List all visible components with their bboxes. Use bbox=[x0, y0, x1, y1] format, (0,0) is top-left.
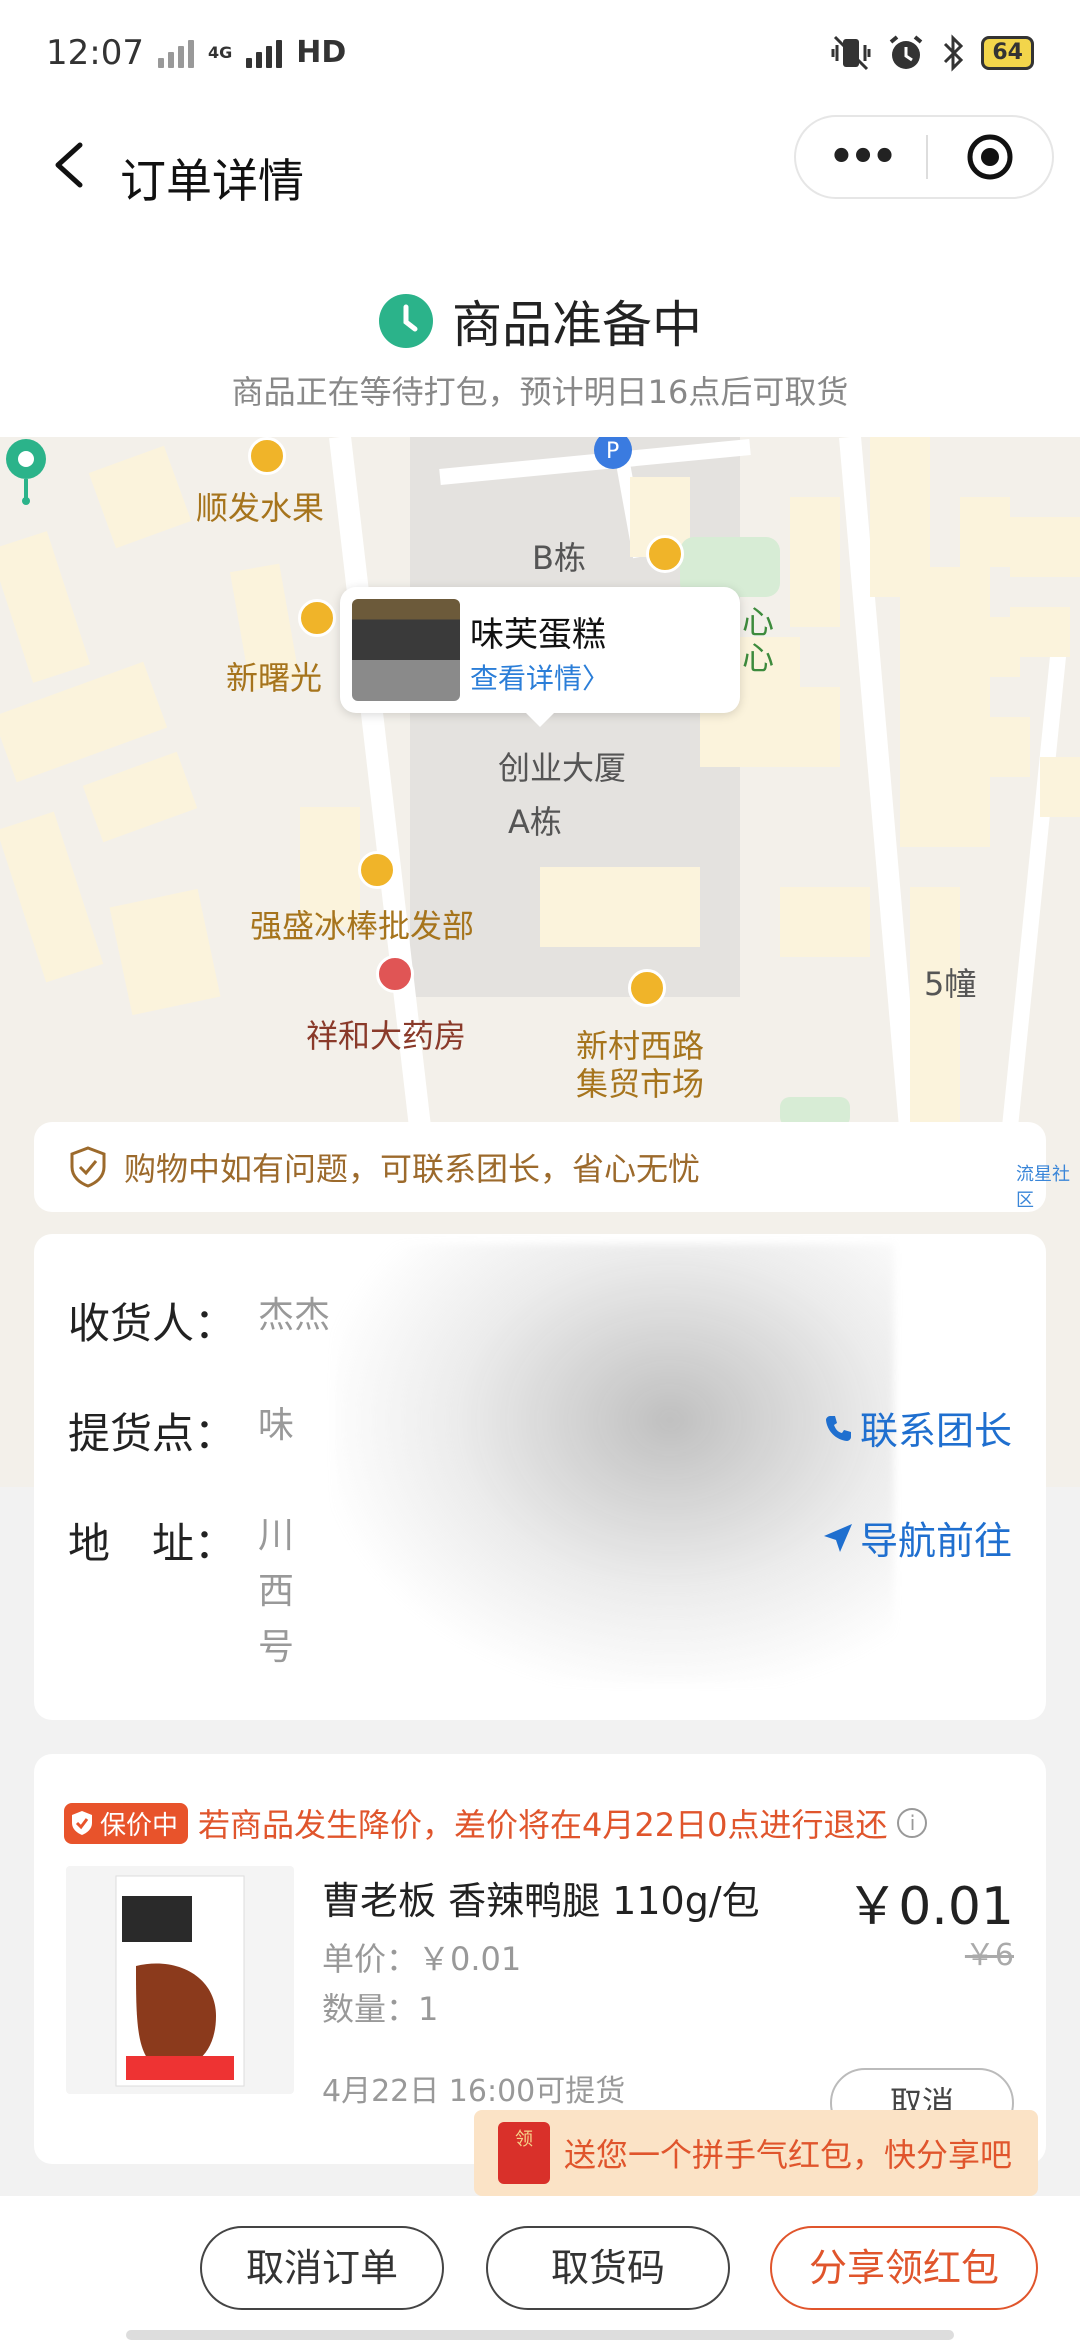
miniprogram-capsule: ••• bbox=[794, 115, 1054, 199]
page-title: 订单详情 bbox=[120, 154, 304, 208]
contact-leader-label: 联系团长 bbox=[859, 1409, 1012, 1453]
shield-icon bbox=[70, 1146, 106, 1188]
map-label-shunfa: 顺发水果 bbox=[196, 489, 325, 527]
map-label-xianghe: 祥和大药房 bbox=[306, 1017, 467, 1055]
clock-time: 12:07 bbox=[46, 32, 144, 73]
share-red-packet-button[interactable]: 分享领红包 bbox=[770, 2226, 1038, 2310]
back-arrow-icon[interactable] bbox=[40, 135, 100, 195]
privacy-redaction bbox=[334, 1244, 894, 1684]
shield-check-icon bbox=[72, 1811, 92, 1835]
store-thumbnail bbox=[352, 599, 460, 701]
info-icon[interactable]: i bbox=[897, 1808, 928, 1838]
parking-icon[interactable]: P bbox=[592, 437, 634, 471]
map-label-market-2: 集贸市场 bbox=[576, 1065, 705, 1103]
map-label-building-5: 5幢 bbox=[924, 965, 977, 1003]
address-line-3: 号 bbox=[258, 1627, 295, 1668]
price-protection-badge-label: 保价中 bbox=[100, 1810, 179, 1841]
navigate-button[interactable]: 导航前往 bbox=[822, 1510, 1012, 1565]
cancel-order-button[interactable]: 取消订单 bbox=[200, 2226, 444, 2310]
network-type: 4G bbox=[207, 42, 233, 62]
unit-price: 单价：￥0.01 bbox=[322, 1940, 522, 1978]
notice-text: 购物中如有问题，可联系团长，省心无忧 bbox=[124, 1150, 701, 1188]
pickup-point-value: 味 bbox=[258, 1405, 295, 1446]
poi-marker[interactable] bbox=[628, 969, 666, 1007]
battery-icon: 64 bbox=[981, 35, 1034, 70]
poi-marker[interactable] bbox=[248, 437, 286, 475]
navigate-label: 导航前往 bbox=[859, 1519, 1012, 1563]
navigation-arrow-icon bbox=[823, 1523, 852, 1552]
phone-icon bbox=[825, 1415, 851, 1441]
price-protection-text: 若商品发生降价，差价将在4月22日0点进行退还 bbox=[198, 1806, 888, 1844]
more-button[interactable]: ••• bbox=[796, 115, 926, 199]
nav-bar: 订单详情 ••• bbox=[0, 105, 1080, 245]
pickup-point-label: 提货点： bbox=[68, 1409, 237, 1458]
red-packet-tooltip-text: 送您一个拼手气红包，快分享吧 bbox=[564, 2136, 1013, 2174]
clock-icon bbox=[379, 294, 433, 348]
status-subtitle: 商品正在等待打包，预计明日16点后可取货 bbox=[231, 373, 849, 411]
status-bar-right: 64 bbox=[831, 33, 1034, 72]
map-label-b-building: B栋 bbox=[532, 539, 586, 577]
status-title: 商品准备中 bbox=[452, 296, 702, 354]
product-price: ￥0.01 bbox=[846, 1877, 1014, 1937]
map-label-building: 创业大厦 bbox=[498, 749, 627, 787]
contact-leader-button[interactable]: 联系团长 bbox=[824, 1400, 1012, 1455]
vibrate-icon bbox=[831, 35, 871, 70]
status-bar-left: 12:07 4G HD bbox=[46, 33, 346, 73]
delivery-info-card: 收货人： 杰杰 提货点： 味 联系团长 地 址： 川 西 号 导航前往 bbox=[34, 1234, 1046, 1720]
receiver-value: 杰杰 bbox=[258, 1295, 331, 1336]
store-callout[interactable]: 味芙蛋糕 查看详情〉 bbox=[340, 587, 740, 727]
price-protection-badge: 保价中 bbox=[64, 1802, 189, 1844]
map-label-edge: 流星社区 bbox=[1016, 1164, 1070, 1211]
pharmacy-marker[interactable] bbox=[376, 955, 414, 993]
product-name[interactable]: 曹老板 香辣鸭腿 110g/包 bbox=[322, 1870, 760, 1925]
map-label-xinshuguang: 新曙光 bbox=[226, 659, 323, 697]
pickup-time: 4月22日 16:00可提货 bbox=[322, 2074, 626, 2109]
hd-indicator: HD bbox=[296, 35, 347, 70]
order-status-header: 商品准备中 商品正在等待打包，预计明日16点后可取货 bbox=[0, 245, 1080, 437]
callout-tail bbox=[524, 711, 556, 727]
map-label-a-building: A栋 bbox=[508, 803, 562, 841]
store-name: 味芙蛋糕 bbox=[470, 615, 606, 655]
product-original-price: ￥6 bbox=[964, 1938, 1014, 1973]
poi-marker[interactable] bbox=[358, 851, 396, 889]
pickup-code-button[interactable]: 取货码 bbox=[486, 2226, 730, 2310]
poi-marker[interactable] bbox=[298, 599, 336, 637]
map-label-center-2: 心 bbox=[742, 639, 775, 677]
address-line-2: 西 bbox=[258, 1571, 295, 1612]
home-indicator[interactable] bbox=[126, 2330, 954, 2340]
product-package-icon bbox=[115, 1875, 245, 2087]
svg-text:P: P bbox=[606, 439, 619, 464]
address-label: 地 址： bbox=[68, 1519, 237, 1568]
location-pin-icon[interactable] bbox=[0, 437, 52, 507]
target-icon bbox=[967, 134, 1013, 180]
close-miniprogram-button[interactable] bbox=[928, 132, 1052, 182]
red-packet-tooltip[interactable]: 领 送您一个拼手气红包，快分享吧 bbox=[474, 2110, 1038, 2196]
price-protection-row: 保价中 若商品发生降价，差价将在4月22日0点进行退还 i bbox=[64, 1800, 928, 1846]
order-item-card: 保价中 若商品发生降价，差价将在4月22日0点进行退还 i 曹老板 香辣鸭腿 1… bbox=[34, 1754, 1046, 2164]
bluetooth-icon bbox=[944, 33, 964, 72]
quantity: 数量：1 bbox=[322, 1990, 439, 2028]
bottom-action-bar: 取消订单 取货码 分享领红包 bbox=[0, 2196, 1080, 2340]
receiver-label: 收货人： bbox=[68, 1299, 237, 1348]
alarm-icon bbox=[890, 34, 923, 69]
address-line-1: 川 bbox=[258, 1515, 295, 1556]
status-title-row: 商品准备中 bbox=[0, 285, 1080, 357]
signal-icon-sim1 bbox=[157, 38, 194, 68]
help-notice: 购物中如有问题，可联系团长，省心无忧 bbox=[34, 1122, 1046, 1212]
red-envelope-icon: 领 bbox=[498, 2122, 550, 2184]
poi-marker[interactable] bbox=[646, 535, 684, 573]
store-detail-link[interactable]: 查看详情〉 bbox=[470, 657, 610, 697]
status-bar: 12:07 4G HD 64 bbox=[0, 0, 1080, 105]
product-image[interactable] bbox=[66, 1866, 294, 2094]
map-label-qiangsheng: 强盛冰棒批发部 bbox=[250, 907, 475, 945]
signal-icon-sim2 bbox=[246, 38, 283, 68]
